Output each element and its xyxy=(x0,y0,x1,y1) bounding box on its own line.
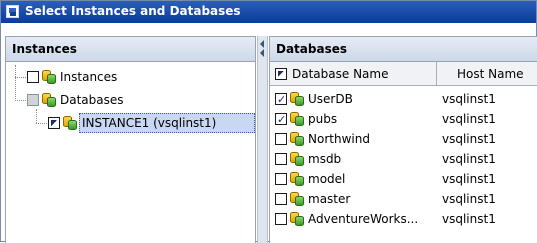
table-row[interactable]: master vsqlinst1 xyxy=(270,189,537,209)
host-name: vsqlinst1 xyxy=(442,152,496,166)
window-title: Select Instances and Databases xyxy=(25,4,241,18)
host-name: vsqlinst1 xyxy=(442,92,496,106)
checkbox[interactable] xyxy=(27,94,39,106)
tree-item-instances[interactable]: Instances xyxy=(6,67,275,87)
host-name: vsqlinst1 xyxy=(442,112,496,126)
pane-splitter[interactable] xyxy=(257,36,268,243)
collapse-left-arrow-icon[interactable] xyxy=(260,49,264,57)
checkbox[interactable] xyxy=(27,71,39,83)
row-checkbox[interactable] xyxy=(275,133,287,145)
row-checkbox[interactable] xyxy=(275,153,287,165)
database-name: pubs xyxy=(308,112,338,126)
database-name: Northwind xyxy=(308,132,370,146)
row-checkbox[interactable] xyxy=(275,173,287,185)
row-checkbox[interactable] xyxy=(275,110,287,130)
database-icon xyxy=(290,172,304,186)
row-checkbox[interactable] xyxy=(275,90,287,110)
database-icon xyxy=(63,116,77,130)
tree-item-databases[interactable]: Databases xyxy=(6,90,275,110)
host-name: vsqlinst1 xyxy=(442,172,496,186)
checkbox[interactable] xyxy=(48,117,60,129)
table-row[interactable]: Northwind vsqlinst1 xyxy=(270,129,537,149)
tree-item-label: Databases xyxy=(60,93,124,107)
database-icon xyxy=(290,132,304,146)
instances-pane-header: Instances xyxy=(6,37,255,62)
instances-pane: Instances Instances Databases INSTANCE1 … xyxy=(5,36,256,243)
select-instances-dialog: Select Instances and Databases Instances… xyxy=(0,0,537,243)
database-icon xyxy=(290,112,304,126)
table-row[interactable]: UserDB vsqlinst1 xyxy=(270,89,537,110)
row-checkbox[interactable] xyxy=(275,193,287,205)
table-row[interactable]: AdventureWorks... vsqlinst1 xyxy=(270,209,537,229)
column-label: Host Name xyxy=(457,67,524,81)
database-name: AdventureWorks... xyxy=(308,212,419,226)
database-name: model xyxy=(308,172,346,186)
database-name: msdb xyxy=(308,152,342,166)
table-row[interactable]: pubs vsqlinst1 xyxy=(270,109,537,130)
database-icon xyxy=(290,212,304,226)
table-row[interactable]: msdb vsqlinst1 xyxy=(270,149,537,169)
database-icon xyxy=(42,93,56,107)
column-label: Database Name xyxy=(292,67,389,81)
database-name: master xyxy=(308,192,351,206)
window-icon xyxy=(6,5,19,18)
databases-pane-header: Databases xyxy=(270,37,537,62)
database-name: UserDB xyxy=(308,92,353,106)
host-name: vsqlinst1 xyxy=(442,192,496,206)
host-name: vsqlinst1 xyxy=(442,212,496,226)
database-icon xyxy=(42,70,56,84)
row-checkbox[interactable] xyxy=(275,213,287,225)
tree-item-instance1[interactable]: INSTANCE1 (vsqlinst1) xyxy=(6,113,275,133)
database-icon xyxy=(290,152,304,166)
tree-item-label: Instances xyxy=(60,70,118,84)
databases-pane: Databases Database Name Host Name UserDB… xyxy=(269,36,537,243)
tree-item-label: INSTANCE1 (vsqlinst1) xyxy=(82,116,217,130)
database-icon xyxy=(290,92,304,106)
column-header-database-name[interactable]: Database Name xyxy=(270,62,437,86)
database-icon xyxy=(290,192,304,206)
host-name: vsqlinst1 xyxy=(442,132,496,146)
title-bar[interactable]: Select Instances and Databases xyxy=(1,1,536,23)
select-all-checkbox[interactable] xyxy=(275,68,287,80)
table-row[interactable]: model vsqlinst1 xyxy=(270,169,537,189)
column-header-host-name[interactable]: Host Name xyxy=(437,62,537,86)
collapse-left-arrow-icon[interactable] xyxy=(260,40,264,48)
